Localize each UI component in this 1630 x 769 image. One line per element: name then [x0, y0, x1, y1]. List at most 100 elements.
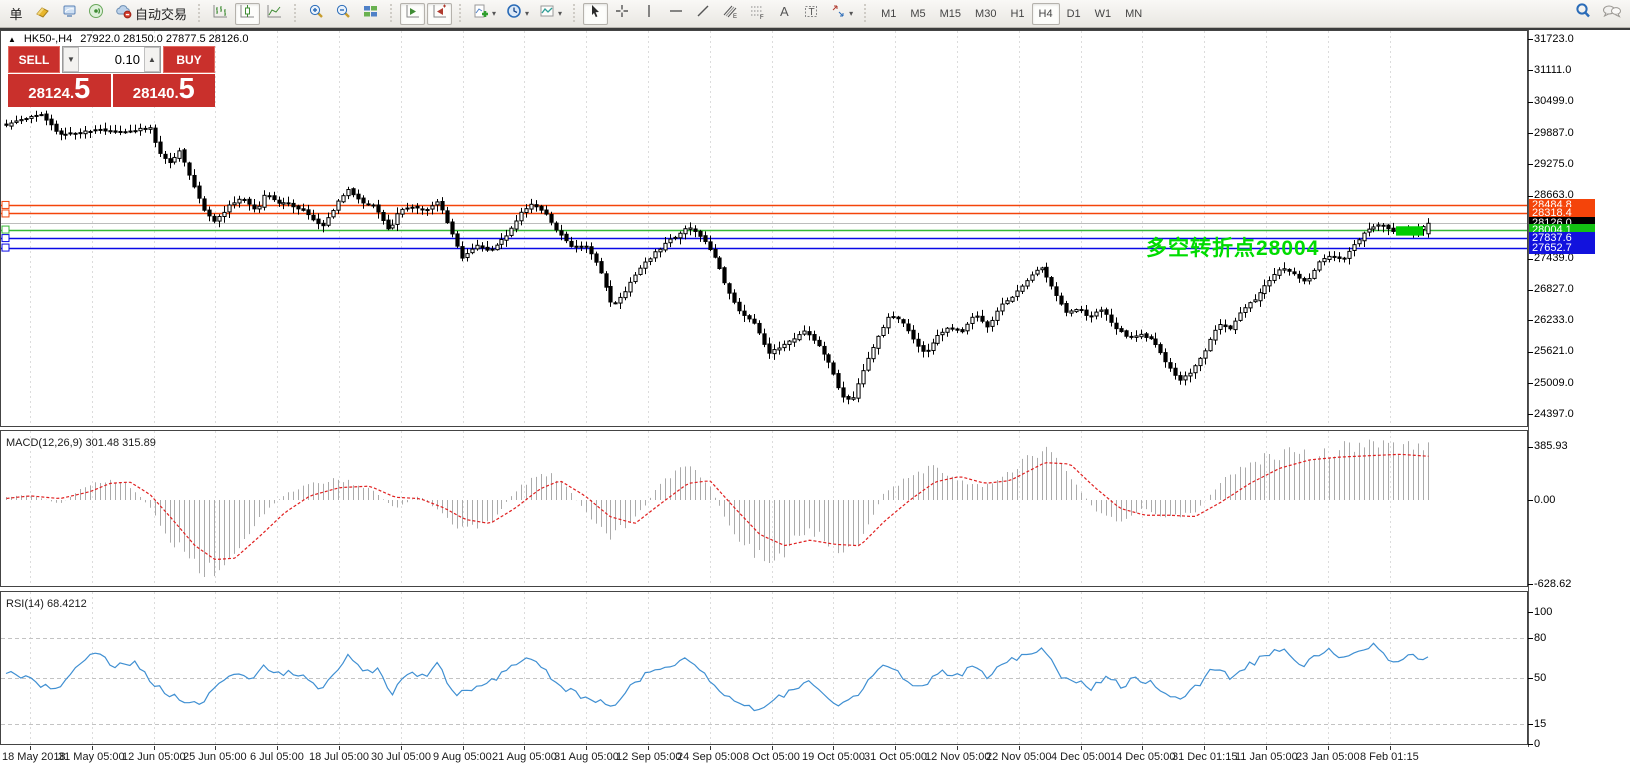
timeframe-h4[interactable]: H4	[1032, 3, 1060, 25]
time-axis-tick	[1204, 746, 1205, 750]
time-axis-label: 14 Dec 05:00	[1110, 751, 1175, 763]
indicators-button[interactable]: ▾	[469, 3, 500, 25]
volume-input[interactable]: 0.10	[79, 52, 144, 67]
vertical-line-button[interactable]	[637, 3, 662, 25]
chart-annotation-text[interactable]: 多空转折点28004	[1146, 232, 1319, 262]
timeframe-m15[interactable]: M15	[933, 3, 968, 25]
ohlc-values: 27922.0 28150.0 27877.5 28126.0	[80, 33, 248, 45]
search-button[interactable]	[1570, 3, 1596, 25]
main-chart-canvas[interactable]	[0, 30, 1528, 427]
timeframe-m1[interactable]: M1	[874, 3, 903, 25]
text-label-icon: T	[803, 3, 820, 25]
time-axis-tick	[710, 746, 711, 750]
chart-header: ▲ HK50-,H4 27922.0 28150.0 27877.5 28126…	[8, 33, 248, 45]
collapse-icon[interactable]: ▲	[8, 35, 16, 44]
svg-text:E: E	[733, 14, 737, 20]
tile-windows-button[interactable]	[358, 3, 383, 25]
time-axis-tick	[1328, 746, 1329, 750]
rsi-axis-tick	[1528, 612, 1533, 613]
timeframe-m5[interactable]: M5	[903, 3, 932, 25]
new-order-button[interactable]: 单	[4, 3, 28, 25]
signals-button[interactable]	[84, 3, 109, 25]
crosshair-button[interactable]	[610, 3, 635, 25]
chat-icon	[1602, 3, 1622, 25]
text-label-button[interactable]: T	[799, 3, 824, 25]
candlestick-chart-button[interactable]	[235, 3, 260, 25]
time-axis-tick	[772, 746, 773, 750]
volume-spinner: ▼ 0.10 ▲	[62, 46, 161, 73]
crosshair-icon	[614, 3, 631, 25]
dropdown-arrow-icon: ▾	[849, 9, 853, 18]
timeframe-mn[interactable]: MN	[1118, 3, 1149, 25]
rsi-axis-tick	[1528, 724, 1533, 725]
price-axis-tick-label: 31723.0	[1534, 33, 1574, 45]
auto-scroll-button[interactable]	[400, 3, 425, 25]
chart-shift-button[interactable]	[427, 3, 452, 25]
price-axis-line	[1528, 30, 1529, 747]
line-chart-button[interactable]	[262, 3, 287, 25]
time-axis-tick	[1266, 746, 1267, 750]
time-axis-label: 4 Dec 05:00	[1051, 751, 1110, 763]
chart-shift-icon	[431, 3, 448, 25]
periods-button[interactable]: ▾	[502, 3, 533, 25]
history-gold-icon	[34, 3, 51, 25]
horizontal-line-button[interactable]	[664, 3, 689, 25]
templates-button[interactable]: ▾	[535, 3, 566, 25]
time-axis-label: 24 Sep 05:00	[677, 751, 742, 763]
rsi-pane-canvas[interactable]	[0, 591, 1528, 745]
zoom-in-button[interactable]	[304, 3, 329, 25]
trendline-button[interactable]	[691, 3, 716, 25]
time-axis-tick	[1019, 746, 1020, 750]
ask-main: 28140	[133, 76, 175, 102]
price-axis-tick	[1528, 39, 1533, 40]
price-axis-tick-label: 29275.0	[1534, 158, 1574, 170]
time-axis-label: 31 Aug 05:00	[554, 751, 619, 763]
bid-price[interactable]: 28124 . 5	[8, 74, 111, 107]
text-button[interactable]: A	[772, 3, 797, 25]
auto-trading-label: 自动交易	[135, 4, 187, 23]
fibonacci-button[interactable]: F	[745, 3, 770, 25]
auto-trading-button[interactable]: 自动交易	[111, 3, 191, 25]
time-axis-tick	[339, 746, 340, 750]
buy-button[interactable]: BUY	[163, 46, 215, 73]
price-axis-tick	[1528, 164, 1533, 165]
time-axis-tick	[277, 746, 278, 750]
ask-price[interactable]: 28140 . 5	[113, 74, 216, 107]
chat-button[interactable]	[1598, 3, 1626, 25]
price-axis-tick	[1528, 133, 1533, 134]
price-axis-tick	[1528, 290, 1533, 291]
timeframe-d1[interactable]: D1	[1060, 3, 1088, 25]
volume-down-button[interactable]: ▼	[63, 47, 79, 72]
sell-button[interactable]: SELL	[8, 46, 60, 73]
zoom-out-button[interactable]	[331, 3, 356, 25]
time-axis-label: 22 Nov 05:00	[986, 751, 1051, 763]
volume-up-button[interactable]: ▲	[144, 47, 160, 72]
line-handle	[2, 244, 9, 251]
timeframe-w1[interactable]: W1	[1088, 3, 1119, 25]
timeframe-m30[interactable]: M30	[968, 3, 1003, 25]
time-axis-label: 8 Oct 05:00	[743, 751, 800, 763]
bar-chart-button[interactable]	[208, 3, 233, 25]
time-axis-tick	[1142, 746, 1143, 750]
macd-pane-canvas[interactable]	[0, 430, 1528, 587]
rsi-axis-tick-label: 100	[1534, 606, 1552, 618]
time-axis-label: 11 Jan 05:00	[1235, 751, 1298, 763]
history-center-button[interactable]	[30, 3, 55, 25]
svg-text:T: T	[809, 7, 815, 18]
timeframe-h1[interactable]: H1	[1003, 3, 1031, 25]
candlestick-chart-icon	[239, 3, 256, 25]
arrows-icon	[830, 3, 847, 25]
arrows-button[interactable]: ▾	[826, 3, 857, 25]
time-axis-tick	[401, 746, 402, 750]
cursor-button[interactable]	[583, 3, 608, 25]
price-level-badge: 27652.7	[1529, 242, 1595, 254]
price-axis-tick-label: 30499.0	[1534, 95, 1574, 107]
time-axis-label: 19 Oct 05:00	[802, 751, 865, 763]
macd-axis-tick-label: 0.00	[1534, 494, 1555, 506]
zoom-in-icon	[308, 3, 325, 25]
time-axis-label: 31 May 05:00	[58, 751, 125, 763]
time-axis-tick	[648, 746, 649, 750]
terminal-button[interactable]	[57, 3, 82, 25]
time-axis-label: 23 Jan 05:00	[1296, 751, 1360, 763]
channel-button[interactable]: E	[718, 3, 743, 25]
